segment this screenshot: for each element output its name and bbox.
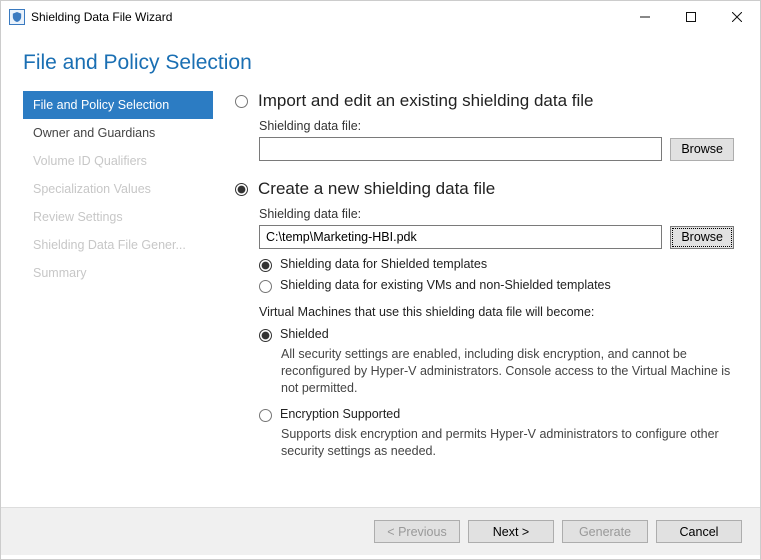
content-area: File and Policy Selection Owner and Guar… xyxy=(1,83,760,507)
window-title: Shielding Data File Wizard xyxy=(31,10,172,24)
page-header: File and Policy Selection xyxy=(1,33,760,83)
policy-encryption-radio[interactable] xyxy=(259,409,272,422)
sidebar-step-summary: Summary xyxy=(23,259,213,287)
wizard-footer: < Previous Next > Generate Cancel xyxy=(1,507,760,555)
import-title: Import and edit an existing shielding da… xyxy=(258,91,593,111)
shield-app-icon xyxy=(9,9,25,25)
policy-shielded-desc: All security settings are enabled, inclu… xyxy=(281,346,734,397)
template-existing-label: Shielding data for existing VMs and non-… xyxy=(280,278,611,292)
close-button[interactable] xyxy=(714,2,760,33)
create-browse-button[interactable]: Browse xyxy=(670,226,734,249)
policy-shielded-radio[interactable] xyxy=(259,329,272,342)
wizard-sidebar: File and Policy Selection Owner and Guar… xyxy=(23,91,213,507)
policy-encryption-label: Encryption Supported xyxy=(280,407,400,421)
sidebar-step-volume-id: Volume ID Qualifiers xyxy=(23,147,213,175)
import-option-block: Import and edit an existing shielding da… xyxy=(235,91,734,161)
next-button[interactable]: Next > xyxy=(468,520,554,543)
import-browse-button[interactable]: Browse xyxy=(670,138,734,161)
main-panel: Import and edit an existing shielding da… xyxy=(213,91,738,507)
previous-button[interactable]: < Previous xyxy=(374,520,460,543)
vm-note: Virtual Machines that use this shielding… xyxy=(259,305,734,319)
policy-shielded-label: Shielded xyxy=(280,327,329,341)
create-file-label: Shielding data file: xyxy=(259,207,734,221)
sidebar-step-file-policy[interactable]: File and Policy Selection xyxy=(23,91,213,119)
template-shielded-label: Shielding data for Shielded templates xyxy=(280,257,487,271)
template-existing-radio[interactable] xyxy=(259,280,272,293)
sidebar-step-specialization: Specialization Values xyxy=(23,175,213,203)
minimize-button[interactable] xyxy=(622,2,668,33)
maximize-button[interactable] xyxy=(668,2,714,33)
create-title: Create a new shielding data file xyxy=(258,179,495,199)
create-option-block: Create a new shielding data file Shieldi… xyxy=(235,179,734,459)
import-file-input[interactable] xyxy=(259,137,662,161)
titlebar: Shielding Data File Wizard xyxy=(1,1,760,33)
create-radio[interactable] xyxy=(235,183,248,196)
policy-encryption-desc: Supports disk encryption and permits Hyp… xyxy=(281,426,734,460)
template-shielded-radio[interactable] xyxy=(259,259,272,272)
sidebar-step-owner-guardians[interactable]: Owner and Guardians xyxy=(23,119,213,147)
sidebar-step-review: Review Settings xyxy=(23,203,213,231)
page-title: File and Policy Selection xyxy=(23,51,738,75)
cancel-button[interactable]: Cancel xyxy=(656,520,742,543)
create-file-input[interactable] xyxy=(259,225,662,249)
import-radio[interactable] xyxy=(235,95,248,108)
sidebar-step-generation: Shielding Data File Gener... xyxy=(23,231,213,259)
generate-button[interactable]: Generate xyxy=(562,520,648,543)
import-file-label: Shielding data file: xyxy=(259,119,734,133)
